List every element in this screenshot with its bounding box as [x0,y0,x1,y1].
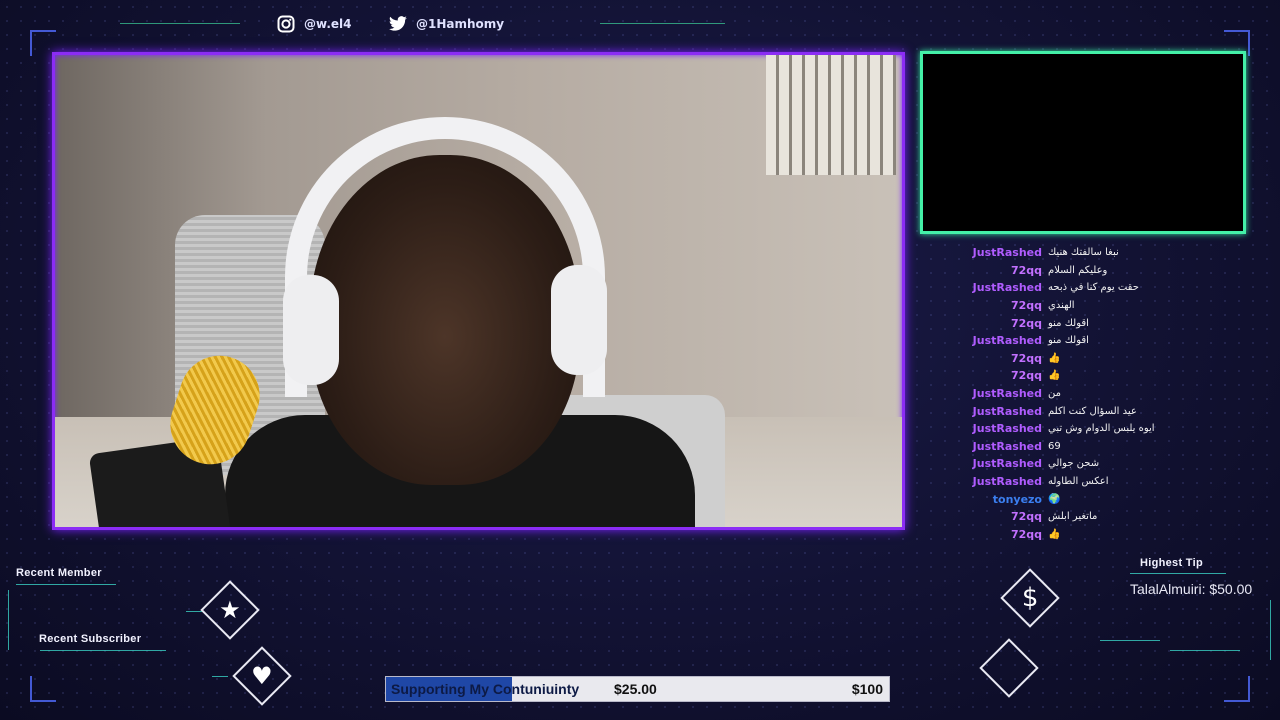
chat-message-text: 🌍 [1048,493,1061,505]
chat-message: JustRashed حقت يوم كنا في ذبحه [930,279,1260,297]
chat-message: 72qq 👍 [930,526,1260,544]
highest-tip-label: Highest Tip [1140,557,1203,569]
instagram-handle-text: @w.el4 [304,17,352,31]
chat-username[interactable]: 72qq [930,528,1048,541]
deco-line [16,584,116,585]
chat-message: 72qq وعليكم السلام [930,262,1260,280]
deco-line [600,23,725,24]
chat-message-text: من [1048,388,1061,400]
deco-line [1170,650,1240,651]
headphone-earcup [283,275,339,385]
chat-message: JustRashed عيد السؤال كنت اكلم [930,402,1260,420]
chat-message-text: 👍 [1048,370,1061,382]
chat-message: 72qq اقولك منو [930,314,1260,332]
chat-message-text: 👍 [1048,528,1061,540]
donation-goal-bar: Supporting My Contuniuinty $25.00 $100 [385,676,890,702]
recent-member-label: Recent Member [16,567,102,579]
chat-message: tonyezo 🌍 [930,490,1260,508]
chat-message-text: اعكس الطاوله [1048,476,1109,488]
deco-line [1100,640,1160,641]
chat-message-text: اقولك منو [1048,335,1089,347]
chat-message: JustRashed اعكس الطاوله [930,473,1260,491]
corner-bracket [1224,676,1250,702]
chat-message-text: 👍 [1048,352,1061,364]
webcam-feed [52,52,905,530]
goal-current: $25.00 [614,681,657,697]
deco-line [1130,573,1226,574]
deco-line [8,590,9,650]
twitter-icon [388,14,408,34]
chat-username[interactable]: JustRashed [930,422,1048,435]
chat-message-text: ايوه يلبس الدوام وش تبي [1048,423,1155,435]
chat-username[interactable]: 72qq [930,352,1048,365]
chat-message-text: عيد السؤال كنت اكلم [1048,405,1137,417]
star-icon: ★ [219,595,241,624]
social-bar: @w.el4 @1Hamhomy [0,12,760,36]
chat-message-text: حقت يوم كنا في ذبحه [1048,282,1139,294]
chat-username[interactable]: JustRashed [930,334,1048,347]
chat-message-text: شحن جوالي [1048,458,1100,470]
chat-username[interactable]: 72qq [930,510,1048,523]
chat-username[interactable]: JustRashed [930,405,1048,418]
corner-bracket [30,676,56,702]
chat-message-text: ماتغير ابلش [1048,511,1098,523]
instagram-icon [276,14,296,34]
chat-username[interactable]: 72qq [930,317,1048,330]
chat-username[interactable]: 72qq [930,299,1048,312]
chat-message: JustRashed من [930,385,1260,403]
chat-message: 72qq الهندي [930,297,1260,315]
deco-line [40,650,166,651]
chat-message-text: الهندي [1048,300,1075,312]
chat-message-text: نبغا سالفتك هنيك [1048,247,1119,259]
deco-line [1270,600,1271,660]
chat-username[interactable]: 72qq [930,369,1048,382]
chat-username[interactable]: JustRashed [930,281,1048,294]
dollar-icon: $ [1021,582,1039,613]
chat-message: JustRashed شحن جوالي [930,455,1260,473]
chat-message: 72qq ماتغير ابلش [930,508,1260,526]
chat-username[interactable]: JustRashed [930,457,1048,470]
goal-target: $100 [851,681,883,697]
heart-icon: ♥ [251,661,273,690]
twitter-handle-text: @1Hamhomy [416,17,505,31]
highest-tip-value: TalalAlmuiri: $50.00 [1130,581,1253,597]
chat-message-text: وعليكم السلام [1048,264,1108,276]
highest-tip-badge: $ [1000,568,1060,628]
game-capture-frame [920,51,1246,234]
chat-username[interactable]: JustRashed [930,475,1048,488]
chat-message: JustRashed ايوه يلبس الدوام وش تبي [930,420,1260,438]
window-blinds [766,55,896,175]
chat-username[interactable]: tonyezo [930,493,1048,506]
chat-username[interactable]: 72qq [930,264,1048,277]
deco-line [212,676,228,677]
chat-message: JustRashed اقولك منو [930,332,1260,350]
empty-badge [979,638,1039,698]
recent-subscriber-label: Recent Subscriber [39,633,142,645]
recent-member-badge: ★ [200,580,260,640]
chat-panel: JustRashed نبغا سالفتك هنيك 72qq وعليكم الس… [930,244,1260,543]
chat-message: 72qq 👍 [930,350,1260,368]
chat-message: JustRashed 69 [930,438,1260,456]
headphone-earcup [551,265,607,375]
chat-message-text: 69 [1048,440,1061,452]
chat-message: JustRashed نبغا سالفتك هنيك [930,244,1260,262]
recent-subscriber-badge: ♥ [232,646,292,706]
goal-label: Supporting My Contuniuinty [391,681,580,697]
deco-line [120,23,240,24]
deco-line [186,611,202,612]
twitter-handle[interactable]: @1Hamhomy [388,14,504,34]
chat-username[interactable]: JustRashed [930,246,1048,259]
chat-message-text: اقولك منو [1048,317,1089,329]
chat-username[interactable]: JustRashed [930,440,1048,453]
chat-message: 72qq 👍 [930,367,1260,385]
chat-username[interactable]: JustRashed [930,387,1048,400]
instagram-handle[interactable]: @w.el4 [276,14,351,34]
